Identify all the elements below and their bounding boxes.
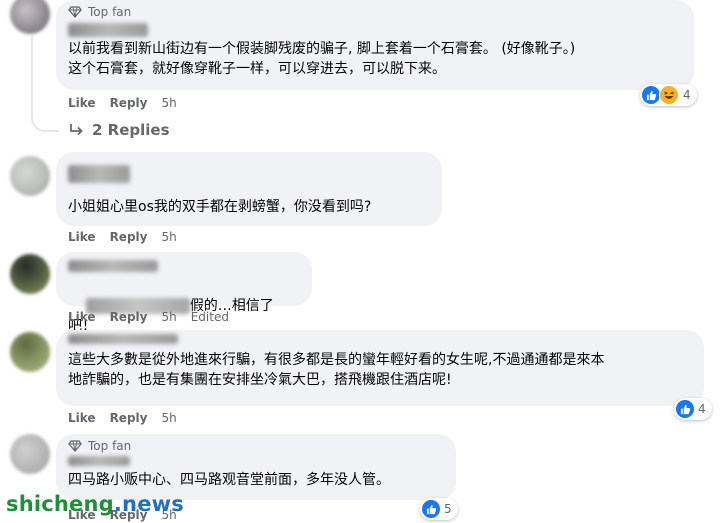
reply-arrow-icon bbox=[70, 124, 83, 136]
diamond-icon bbox=[68, 440, 82, 452]
comment-bubble: 小姐姐心里os我的双手都在剥螃蟹，你没看到吗? bbox=[56, 152, 442, 226]
comment-text: 四马路小贩中心、四马路观音堂前面，多年没人管。 bbox=[68, 472, 390, 488]
timestamp[interactable]: 5h bbox=[161, 230, 176, 244]
edited-label[interactable]: Edited bbox=[191, 310, 229, 324]
avatar[interactable] bbox=[10, 254, 50, 294]
reactions-summary[interactable]: 5 bbox=[420, 498, 458, 520]
author-name[interactable] bbox=[68, 456, 130, 466]
comment-actions: Like Reply 5h bbox=[68, 229, 177, 245]
reaction-count: 4 bbox=[683, 88, 691, 102]
watermark-part1: shicheng bbox=[6, 492, 114, 516]
comment-text: 以前我看到新山街边有一个假装脚残废的骗子, 脚上套着一个石膏套。 (好像靴子。)… bbox=[68, 41, 576, 77]
comment-actions: Like Reply 5h Edited bbox=[68, 309, 229, 325]
comment-actions: Like Reply 5h bbox=[68, 410, 177, 426]
author-name[interactable] bbox=[68, 260, 158, 272]
comment-text: 這些大多數是從外地進來行騙，有很多都是長的蠻年輕好看的女生呢,不過通通都是來本 … bbox=[68, 352, 605, 388]
timestamp[interactable]: 5h bbox=[161, 310, 176, 324]
avatar[interactable] bbox=[10, 434, 50, 474]
reactions-summary[interactable]: 4 bbox=[640, 84, 697, 106]
avatar[interactable] bbox=[10, 156, 50, 196]
like-icon bbox=[676, 400, 694, 418]
reaction-count: 4 bbox=[698, 402, 706, 416]
like-button[interactable]: Like bbox=[68, 411, 96, 425]
comment-bubble: 假的…相信了吧！ bbox=[56, 252, 312, 334]
author-name[interactable] bbox=[68, 165, 130, 183]
top-fan-badge: Top fan bbox=[68, 438, 444, 454]
like-icon bbox=[422, 500, 440, 518]
comment-bubble: Top fan 四马路小贩中心、四马路观音堂前面，多年没人管。 bbox=[56, 434, 456, 500]
like-icon bbox=[642, 86, 660, 104]
top-fan-badge: Top fan bbox=[68, 4, 682, 20]
diamond-icon bbox=[68, 6, 82, 18]
watermark: shicheng.news bbox=[6, 492, 184, 516]
comment-bubble: 這些大多數是從外地進來行騙，有很多都是長的蠻年輕好看的女生呢,不過通通都是來本 … bbox=[56, 330, 704, 406]
thread-connector bbox=[31, 108, 59, 132]
replies-label: 2 Replies bbox=[92, 121, 170, 139]
reply-button[interactable]: Reply bbox=[110, 411, 148, 425]
reaction-count: 5 bbox=[444, 502, 452, 516]
comment-bubble: Top fan 以前我看到新山街边有一个假装脚残废的骗子, 脚上套着一个石膏套。… bbox=[56, 0, 694, 90]
like-button[interactable]: Like bbox=[68, 310, 96, 324]
like-button[interactable]: Like bbox=[68, 96, 96, 110]
reply-button[interactable]: Reply bbox=[110, 230, 148, 244]
reply-button[interactable]: Reply bbox=[110, 310, 148, 324]
reactions-summary[interactable]: 4 bbox=[674, 398, 712, 420]
timestamp[interactable]: 5h bbox=[161, 411, 176, 425]
author-name[interactable] bbox=[68, 23, 148, 37]
comment-actions: Like Reply 5h bbox=[68, 95, 177, 111]
watermark-part2: .news bbox=[113, 492, 184, 516]
comment-text: 小姐姐心里os我的双手都在剥螃蟹，你没看到吗? bbox=[68, 199, 372, 215]
avatar[interactable] bbox=[10, 0, 50, 34]
badge-label: Top fan bbox=[88, 439, 132, 453]
thread-line bbox=[31, 36, 33, 112]
badge-label: Top fan bbox=[88, 5, 132, 19]
author-name[interactable] bbox=[68, 334, 178, 344]
avatar[interactable] bbox=[10, 332, 50, 372]
timestamp[interactable]: 5h bbox=[161, 96, 176, 110]
like-button[interactable]: Like bbox=[68, 230, 96, 244]
haha-icon bbox=[659, 85, 679, 105]
view-replies-link[interactable]: 2 Replies bbox=[68, 121, 170, 139]
reply-button[interactable]: Reply bbox=[110, 96, 148, 110]
